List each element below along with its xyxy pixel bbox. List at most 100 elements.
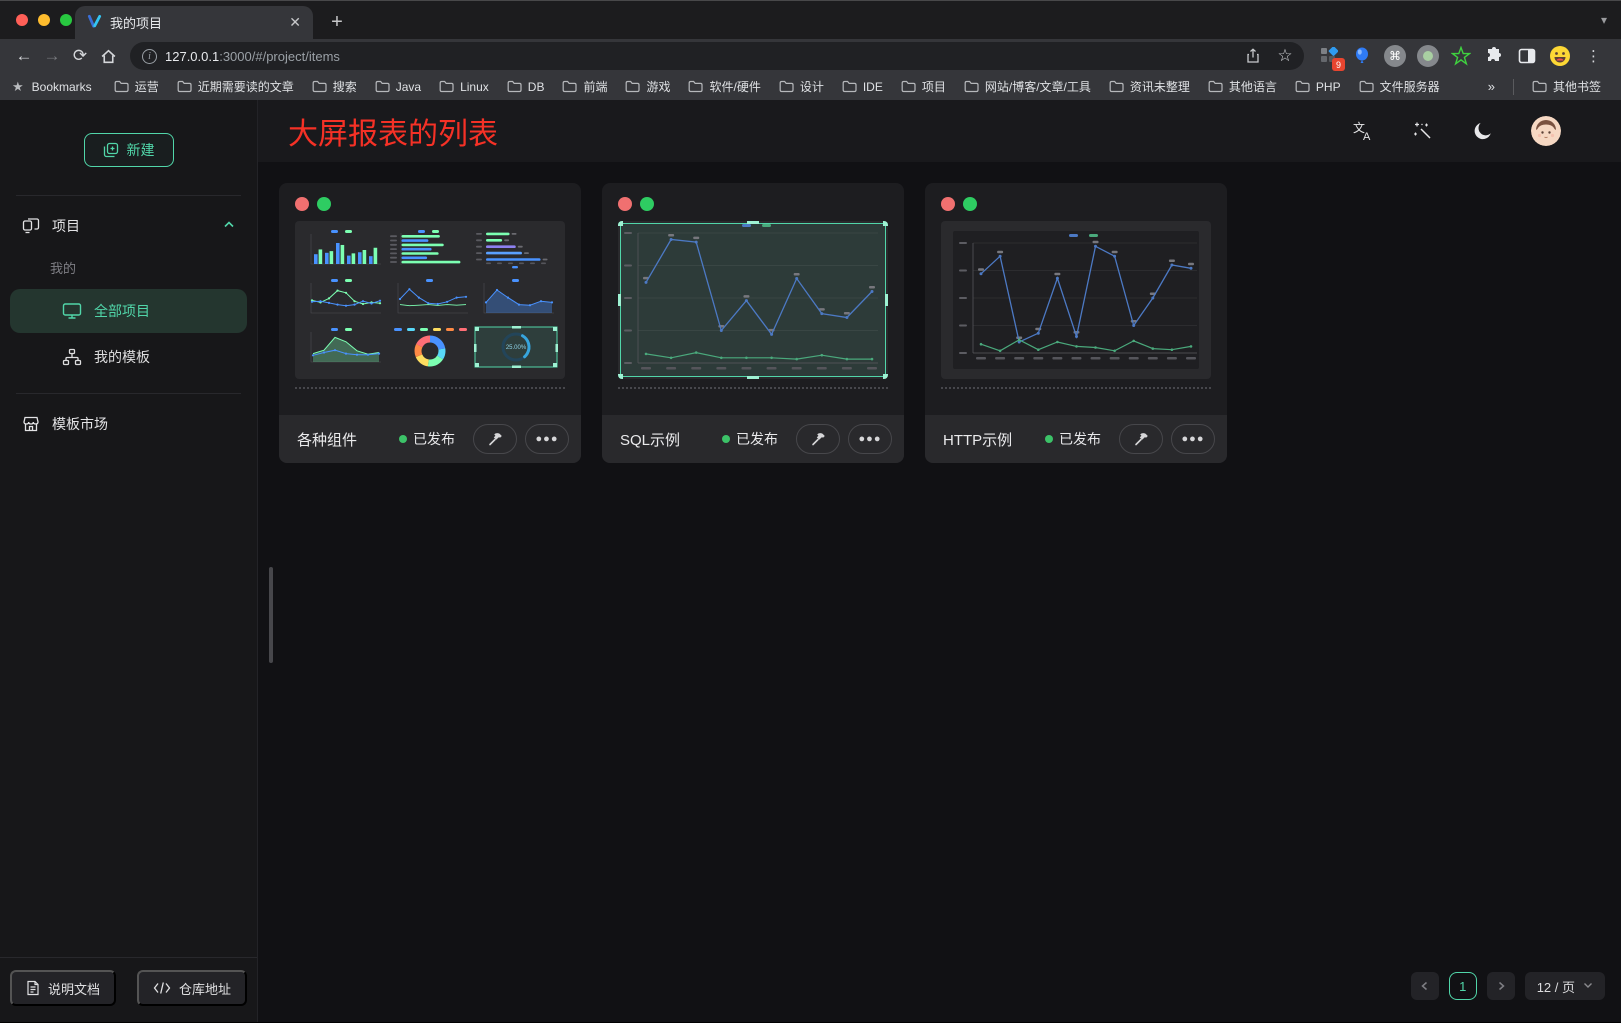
- magic-wand-icon[interactable]: [1411, 119, 1435, 143]
- browser-tab[interactable]: 我的项目 ✕: [75, 6, 313, 39]
- bookmarks-label[interactable]: Bookmarks: [32, 80, 92, 94]
- mini-chart-capsules: [474, 228, 559, 275]
- bookmark-folder[interactable]: Linux: [431, 77, 497, 97]
- project-thumbnail: 25.00%: [295, 221, 565, 379]
- svg-text:25.00%: 25.00%: [506, 345, 527, 351]
- minimize-window-button[interactable]: [38, 14, 50, 26]
- sidebar-group-label: 我的: [10, 244, 247, 287]
- selection-handle[interactable]: [618, 294, 621, 306]
- star-extension-icon[interactable]: [1448, 43, 1474, 69]
- bookmark-folder[interactable]: 运营: [106, 75, 167, 98]
- zoom-window-button[interactable]: [60, 14, 72, 26]
- command-extension-icon[interactable]: ⌘: [1382, 43, 1408, 69]
- new-tab-button[interactable]: +: [323, 8, 351, 36]
- reload-icon[interactable]: ⟳: [66, 42, 94, 70]
- tab-manager-extension-icon[interactable]: 9: [1316, 43, 1342, 69]
- bookmark-folder[interactable]: 近期需要读的文章: [169, 75, 302, 98]
- selection-handle[interactable]: [883, 374, 888, 379]
- extensions-puzzle-icon[interactable]: [1481, 43, 1507, 69]
- repo-button[interactable]: 仓库地址: [137, 970, 247, 1006]
- home-icon[interactable]: [94, 42, 122, 70]
- selection-handle[interactable]: [618, 374, 623, 379]
- bookmark-folder[interactable]: PHP: [1287, 77, 1349, 97]
- tab-strip: 我的项目 ✕ + ▾: [0, 0, 1621, 39]
- edit-project-button[interactable]: [796, 424, 840, 454]
- url-text[interactable]: 127.0.0.1:3000/#/project/items: [165, 49, 1232, 64]
- bookmark-folder[interactable]: 软件/硬件: [680, 75, 768, 98]
- bookmark-folder[interactable]: IDE: [834, 77, 891, 97]
- sidebar-item-template-market[interactable]: 模板市场: [10, 406, 247, 442]
- bookmarks-bar: ★ Bookmarks 运营近期需要读的文章搜索JavaLinuxDB前端游戏软…: [0, 73, 1621, 100]
- language-icon[interactable]: 文A: [1351, 119, 1375, 143]
- tab-close-icon[interactable]: ✕: [289, 14, 301, 31]
- project-card[interactable]: 25.00%各种组件已发布●●●: [279, 183, 581, 463]
- project-thumbnail: [618, 221, 888, 379]
- url-bar[interactable]: i 127.0.0.1:3000/#/project/items ☆: [130, 42, 1304, 70]
- status-dot-icon: [1045, 435, 1053, 443]
- sidebar-item-all-projects[interactable]: 全部项目: [10, 289, 247, 333]
- more-actions-button[interactable]: ●●●: [1171, 424, 1215, 454]
- next-page-button[interactable]: [1487, 972, 1515, 1000]
- bookmark-folder-label: 运营: [135, 78, 159, 95]
- selection-handle[interactable]: [883, 221, 888, 226]
- project-card[interactable]: SQL示例已发布●●●: [602, 183, 904, 463]
- page-size-select[interactable]: 12 / 页: [1525, 972, 1605, 1000]
- site-info-icon[interactable]: i: [142, 49, 157, 64]
- edit-project-button[interactable]: [1119, 424, 1163, 454]
- other-bookmarks-folder[interactable]: 其他书签: [1524, 75, 1609, 98]
- profile-avatar-icon[interactable]: [1547, 43, 1573, 69]
- extensions-area: 9 ⌘ ⋮: [1312, 43, 1611, 69]
- scrollbar-thumb[interactable]: [269, 567, 273, 663]
- bookmarks-star-icon: ★: [12, 79, 24, 95]
- user-avatar[interactable]: [1531, 116, 1561, 146]
- mini-chart-line1: [388, 277, 473, 324]
- template-icon: [62, 348, 82, 366]
- bookmark-folder[interactable]: DB: [499, 77, 553, 97]
- dark-mode-moon-icon[interactable]: [1471, 119, 1495, 143]
- bookmark-folder[interactable]: 文件服务器: [1351, 75, 1448, 98]
- sidebar-section-project[interactable]: 项目: [10, 208, 247, 244]
- bookmark-folder[interactable]: 网站/博客/文章/工具: [956, 75, 1099, 98]
- window-controls[interactable]: [16, 14, 72, 26]
- bookmark-star-icon[interactable]: ☆: [1272, 42, 1298, 70]
- bookmark-folder[interactable]: Java: [367, 77, 429, 97]
- back-icon[interactable]: ←: [10, 42, 38, 70]
- bookmark-folder[interactable]: 项目: [893, 75, 954, 98]
- bookmark-folder[interactable]: 搜索: [304, 75, 365, 98]
- code-icon: [153, 981, 171, 995]
- more-actions-button[interactable]: ●●●: [848, 424, 892, 454]
- new-project-button[interactable]: 新建: [84, 133, 174, 167]
- sidebar-item-my-templates[interactable]: 我的模板: [10, 335, 247, 379]
- green-dot: [317, 197, 331, 211]
- bookmark-folder[interactable]: 前端: [554, 75, 615, 98]
- bookmark-folder[interactable]: 设计: [771, 75, 832, 98]
- selection-handle[interactable]: [747, 376, 759, 379]
- tab-search-chevron-icon[interactable]: ▾: [1601, 13, 1607, 27]
- selection-handle[interactable]: [618, 221, 623, 226]
- edit-project-button[interactable]: [473, 424, 517, 454]
- bookmark-folder-label: 设计: [800, 78, 824, 95]
- prev-page-button[interactable]: [1411, 972, 1439, 1000]
- publish-status: 已发布: [399, 429, 455, 449]
- close-window-button[interactable]: [16, 14, 28, 26]
- selection-handle[interactable]: [885, 294, 888, 306]
- bookmark-folder[interactable]: 其他语言: [1200, 75, 1285, 98]
- bookmarks-separator: [1513, 79, 1514, 95]
- card-window-dots: [295, 197, 565, 211]
- bookmark-folder[interactable]: 游戏: [617, 75, 678, 98]
- recorder-extension-icon[interactable]: [1415, 43, 1441, 69]
- project-card[interactable]: HTTP示例已发布●●●: [925, 183, 1227, 463]
- project-thumbnail: [941, 221, 1211, 379]
- forward-icon[interactable]: →: [38, 42, 66, 70]
- bookmark-folder[interactable]: 资讯未整理: [1101, 75, 1198, 98]
- share-icon[interactable]: [1240, 42, 1266, 70]
- balloon-extension-icon[interactable]: [1349, 43, 1375, 69]
- browser-menu-icon[interactable]: ⋮: [1580, 47, 1607, 65]
- bookmarks-overflow-chevron[interactable]: »: [1480, 79, 1503, 94]
- docs-button[interactable]: 说明文档: [10, 970, 116, 1006]
- selection-handle[interactable]: [747, 221, 759, 224]
- current-page-button[interactable]: 1: [1449, 972, 1477, 1000]
- chevron-up-icon[interactable]: [223, 218, 235, 234]
- side-panel-icon[interactable]: [1514, 43, 1540, 69]
- more-actions-button[interactable]: ●●●: [525, 424, 569, 454]
